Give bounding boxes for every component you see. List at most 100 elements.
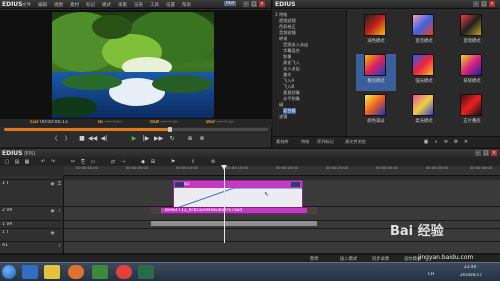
- tray-time[interactable]: 23:40: [464, 265, 476, 270]
- ripple-icon[interactable]: ⇄: [110, 159, 116, 165]
- timeline-playhead[interactable]: [224, 165, 225, 243]
- timeline-clip-video[interactable]: BeeEFT13_hcb1wv84ebuba7rE7aad: [151, 207, 317, 214]
- folder-icon[interactable]: ▣: [423, 139, 429, 145]
- menu-mode[interactable]: 模式: [102, 2, 111, 8]
- timeline-clip-audio[interactable]: [151, 221, 317, 226]
- timeline-clip-transition[interactable]: B2 ↖: [173, 180, 303, 209]
- copy-icon[interactable]: ⎘: [80, 159, 86, 165]
- effect-item[interactable]: 柔光模式: [404, 94, 444, 131]
- menu-view[interactable]: 视图: [54, 2, 63, 8]
- effects-maximize-icon[interactable]: □: [481, 1, 487, 7]
- effects-close-icon[interactable]: ×: [489, 1, 495, 7]
- cut-icon[interactable]: ✂: [70, 159, 76, 165]
- menu-edit[interactable]: 编辑: [38, 2, 47, 8]
- snap-icon[interactable]: ⊞: [150, 159, 156, 165]
- speaker-icon[interactable]: ♪: [57, 209, 62, 214]
- render-icon[interactable]: ⚑: [170, 159, 176, 165]
- effect-item[interactable]: 减色模式: [356, 14, 396, 51]
- firefox-icon[interactable]: [68, 265, 84, 279]
- step-forward-icon[interactable]: |▶: [142, 135, 150, 143]
- loop-icon[interactable]: ↻: [168, 135, 176, 143]
- stop-icon[interactable]: ■: [78, 135, 86, 143]
- maximize-icon[interactable]: □: [251, 1, 257, 7]
- timeline-minimize-icon[interactable]: –: [475, 150, 481, 156]
- play-icon[interactable]: ▶: [130, 135, 138, 143]
- effect-item[interactable]: 排除模式: [452, 54, 492, 91]
- minimize-icon[interactable]: –: [243, 1, 249, 7]
- rewind-icon[interactable]: ◀◀: [88, 135, 97, 143]
- tree-item[interactable]: 滤镜: [279, 114, 287, 120]
- insert-icon[interactable]: ⊕: [186, 135, 194, 143]
- tab-source[interactable]: 源文件浏览: [345, 139, 366, 145]
- speaker-icon[interactable]: ♪: [57, 244, 62, 249]
- chrome-icon[interactable]: [116, 265, 132, 279]
- new-sequence-icon[interactable]: ▢: [4, 159, 10, 165]
- video-viewer[interactable]: [0, 10, 272, 119]
- edius-taskbar-icon[interactable]: [138, 265, 154, 279]
- effect-item[interactable]: 变亮模式: [404, 14, 444, 51]
- track-header[interactable]: 1 VA: [0, 221, 64, 229]
- start-button[interactable]: [2, 265, 16, 279]
- plr-mode-tag[interactable]: PLR: [224, 1, 237, 6]
- delete-icon[interactable]: ✕: [463, 139, 469, 145]
- menu-settings[interactable]: 设置: [166, 2, 175, 8]
- menu-help[interactable]: 帮助: [182, 2, 191, 8]
- effect-item[interactable]: 颜色减淡: [356, 94, 396, 131]
- redo-icon[interactable]: ↷: [50, 159, 56, 165]
- track-header[interactable]: A1 ♪: [0, 242, 64, 254]
- menu-capture[interactable]: 采集: [118, 2, 127, 8]
- settings-icon[interactable]: ⚙: [453, 139, 459, 145]
- eye-icon[interactable]: ◉: [50, 231, 55, 236]
- menu-clip[interactable]: 素材: [70, 2, 79, 8]
- effect-item-selected[interactable]: 叠加模式: [356, 54, 396, 91]
- tab-bin[interactable]: 素材库: [276, 139, 289, 145]
- overwrite-icon[interactable]: ⊗: [198, 135, 206, 143]
- sequence-name[interactable]: 序列1: [24, 151, 36, 157]
- tab-markers[interactable]: 序列标记: [317, 139, 334, 145]
- undo-icon[interactable]: ↶: [40, 159, 46, 165]
- ie-icon[interactable]: [22, 265, 38, 279]
- track-header[interactable]: 1 T ◉ ⚿: [0, 180, 64, 207]
- playhead-handle[interactable]: [221, 165, 227, 170]
- explorer-icon[interactable]: [44, 265, 60, 279]
- search-icon[interactable]: ⌕: [433, 139, 439, 145]
- menu-file[interactable]: 文件: [22, 2, 31, 8]
- tray-language[interactable]: CH: [428, 272, 434, 277]
- tree-item[interactable]: 水平划像: [283, 96, 300, 102]
- split-icon[interactable]: ⊣: [120, 159, 126, 165]
- menu-tools[interactable]: 工具: [150, 2, 159, 8]
- eye-icon[interactable]: ◉: [50, 209, 55, 214]
- close-icon[interactable]: ×: [259, 1, 265, 7]
- mixer-icon[interactable]: ⊜: [210, 159, 216, 165]
- step-back-icon[interactable]: ◀|: [100, 135, 108, 143]
- effect-thumbnail: [412, 54, 434, 76]
- marker-icon[interactable]: ◆: [140, 159, 146, 165]
- fast-forward-icon[interactable]: ▶▶: [154, 135, 163, 143]
- timeline-maximize-icon[interactable]: □: [483, 150, 489, 156]
- list-view-icon[interactable]: ≡: [443, 139, 449, 145]
- set-in-icon[interactable]: ⟨: [52, 135, 60, 143]
- effect-item[interactable]: 强光模式: [404, 54, 444, 91]
- eye-icon[interactable]: ◉: [50, 182, 55, 187]
- save-icon[interactable]: ▦: [24, 159, 30, 165]
- effect-item[interactable]: 变暗模式: [452, 14, 492, 51]
- timeline-close-icon[interactable]: ×: [491, 150, 497, 156]
- player-scrubber[interactable]: [4, 127, 268, 132]
- track-header[interactable]: 1 T ◉: [0, 229, 64, 242]
- effects-minimize-icon[interactable]: –: [473, 1, 479, 7]
- tray-date[interactable]: 2016/6/17: [460, 273, 482, 278]
- track-header[interactable]: 2 VA ◉ ♪: [0, 207, 64, 221]
- effect-item[interactable]: 正片叠底: [452, 94, 492, 131]
- export-icon[interactable]: ⇪: [190, 159, 196, 165]
- scrubber-handle[interactable]: [168, 127, 173, 132]
- tab-effects[interactable]: 特效: [301, 139, 309, 145]
- menu-render[interactable]: 渲染: [134, 2, 143, 8]
- track-lane[interactable]: [64, 242, 500, 254]
- player-window: EDIUS 文件 编辑 视图 素材 标记 模式 采集 渲染 工具 设置 帮助 P…: [0, 0, 272, 147]
- open-icon[interactable]: ▤: [14, 159, 20, 165]
- menu-marker[interactable]: 标记: [86, 2, 95, 8]
- paste-icon[interactable]: ▭: [90, 159, 96, 165]
- set-out-icon[interactable]: ⟩: [62, 135, 70, 143]
- lock-icon[interactable]: ⚿: [57, 182, 62, 187]
- app-icon[interactable]: [92, 265, 108, 279]
